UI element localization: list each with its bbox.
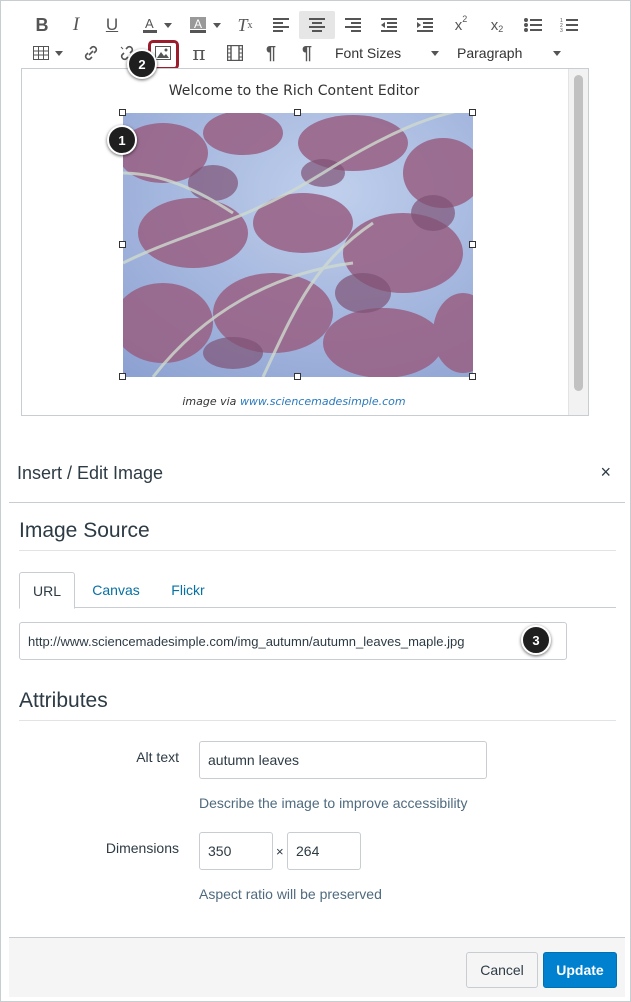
- callout-badge: 2: [127, 49, 157, 79]
- resize-handle[interactable]: [294, 109, 301, 116]
- rtl-paragraph-icon[interactable]: ¶: [295, 39, 319, 67]
- scrollbar-thumb[interactable]: [574, 75, 583, 391]
- alt-text-label: Alt text: [136, 749, 179, 765]
- superscript-icon[interactable]: x2: [449, 11, 473, 39]
- dimension-separator: ×: [276, 844, 284, 859]
- svg-text:A: A: [145, 16, 154, 31]
- font-sizes-label: Font Sizes: [335, 45, 402, 61]
- media-icon[interactable]: [223, 39, 247, 67]
- text-color-icon[interactable]: A: [137, 11, 177, 39]
- paragraph-format-dropdown[interactable]: Paragraph: [457, 39, 561, 67]
- dimensions-hint: Aspect ratio will be preserved: [199, 886, 382, 902]
- attributes-heading: Attributes: [19, 689, 108, 712]
- selected-image[interactable]: [123, 113, 473, 377]
- italic-icon[interactable]: I: [65, 11, 87, 39]
- math-equation-icon[interactable]: π: [187, 39, 211, 67]
- bullet-list-icon[interactable]: [521, 11, 545, 39]
- image-caption: image via www.sciencemadesimple.com: [22, 395, 566, 408]
- dialog-header: Insert / Edit Image ×: [9, 441, 625, 503]
- caption-prefix: image via: [182, 395, 237, 408]
- cancel-button[interactable]: Cancel: [466, 952, 538, 988]
- align-left-icon[interactable]: [269, 11, 293, 39]
- chevron-down-icon: [553, 51, 561, 56]
- image-source-heading: Image Source: [19, 519, 150, 542]
- close-icon[interactable]: ×: [600, 463, 611, 481]
- numbered-list-icon[interactable]: 123: [557, 11, 581, 39]
- svg-text:3: 3: [560, 28, 563, 32]
- image-url-input[interactable]: [19, 622, 567, 660]
- divider: [19, 720, 616, 721]
- bold-icon[interactable]: B: [31, 11, 53, 39]
- callout-badge: 3: [521, 625, 551, 655]
- alt-text-hint: Describe the image to improve accessibil…: [199, 795, 468, 811]
- width-input[interactable]: [199, 832, 273, 870]
- clear-formatting-icon[interactable]: Tx: [233, 11, 257, 39]
- subscript-icon[interactable]: x2: [485, 11, 509, 39]
- resize-handle[interactable]: [469, 373, 476, 380]
- dialog-footer: Cancel Update: [9, 937, 625, 997]
- tab-canvas[interactable]: Canvas: [81, 572, 151, 608]
- editor-heading: Welcome to the Rich Content Editor: [168, 83, 420, 99]
- callout-badge: 1: [107, 125, 137, 155]
- tab-flickr[interactable]: Flickr: [157, 572, 219, 608]
- indent-icon[interactable]: [413, 11, 437, 39]
- resize-handle[interactable]: [469, 109, 476, 116]
- caption-link[interactable]: www.sciencemadesimple.com: [240, 395, 406, 408]
- editor-content-area[interactable]: Welcome to the Rich Content Editor image…: [21, 68, 589, 416]
- font-sizes-dropdown[interactable]: Font Sizes: [335, 39, 439, 67]
- dimensions-label: Dimensions: [105, 840, 179, 856]
- underline-icon[interactable]: U: [101, 11, 123, 39]
- autumn-leaves-picture: [123, 113, 473, 377]
- svg-text:A: A: [194, 17, 202, 31]
- resize-handle[interactable]: [119, 109, 126, 116]
- resize-handle[interactable]: [469, 241, 476, 248]
- paragraph-label: Paragraph: [457, 45, 523, 61]
- height-input[interactable]: [287, 832, 361, 870]
- table-icon[interactable]: [31, 39, 65, 67]
- dialog-title: Insert / Edit Image: [17, 463, 164, 483]
- alt-text-input[interactable]: [199, 741, 487, 779]
- resize-handle[interactable]: [119, 373, 126, 380]
- background-color-icon[interactable]: A: [185, 11, 225, 39]
- rich-content-editor-window: B I U A A Tx x2 x2 123 π ¶ ¶ Font Sizes …: [0, 0, 631, 1002]
- update-button[interactable]: Update: [543, 952, 617, 988]
- chevron-down-icon: [431, 51, 439, 56]
- resize-handle[interactable]: [294, 373, 301, 380]
- align-right-icon[interactable]: [341, 11, 365, 39]
- resize-handle[interactable]: [119, 241, 126, 248]
- link-icon[interactable]: [79, 39, 103, 67]
- editor-scrollbar[interactable]: [568, 69, 588, 415]
- outdent-icon[interactable]: [377, 11, 401, 39]
- image-source-tabs: URL Canvas Flickr: [19, 572, 616, 609]
- align-center-icon[interactable]: [299, 11, 335, 39]
- tab-url[interactable]: URL: [19, 572, 75, 609]
- ltr-paragraph-icon[interactable]: ¶: [259, 39, 283, 67]
- divider: [19, 550, 616, 551]
